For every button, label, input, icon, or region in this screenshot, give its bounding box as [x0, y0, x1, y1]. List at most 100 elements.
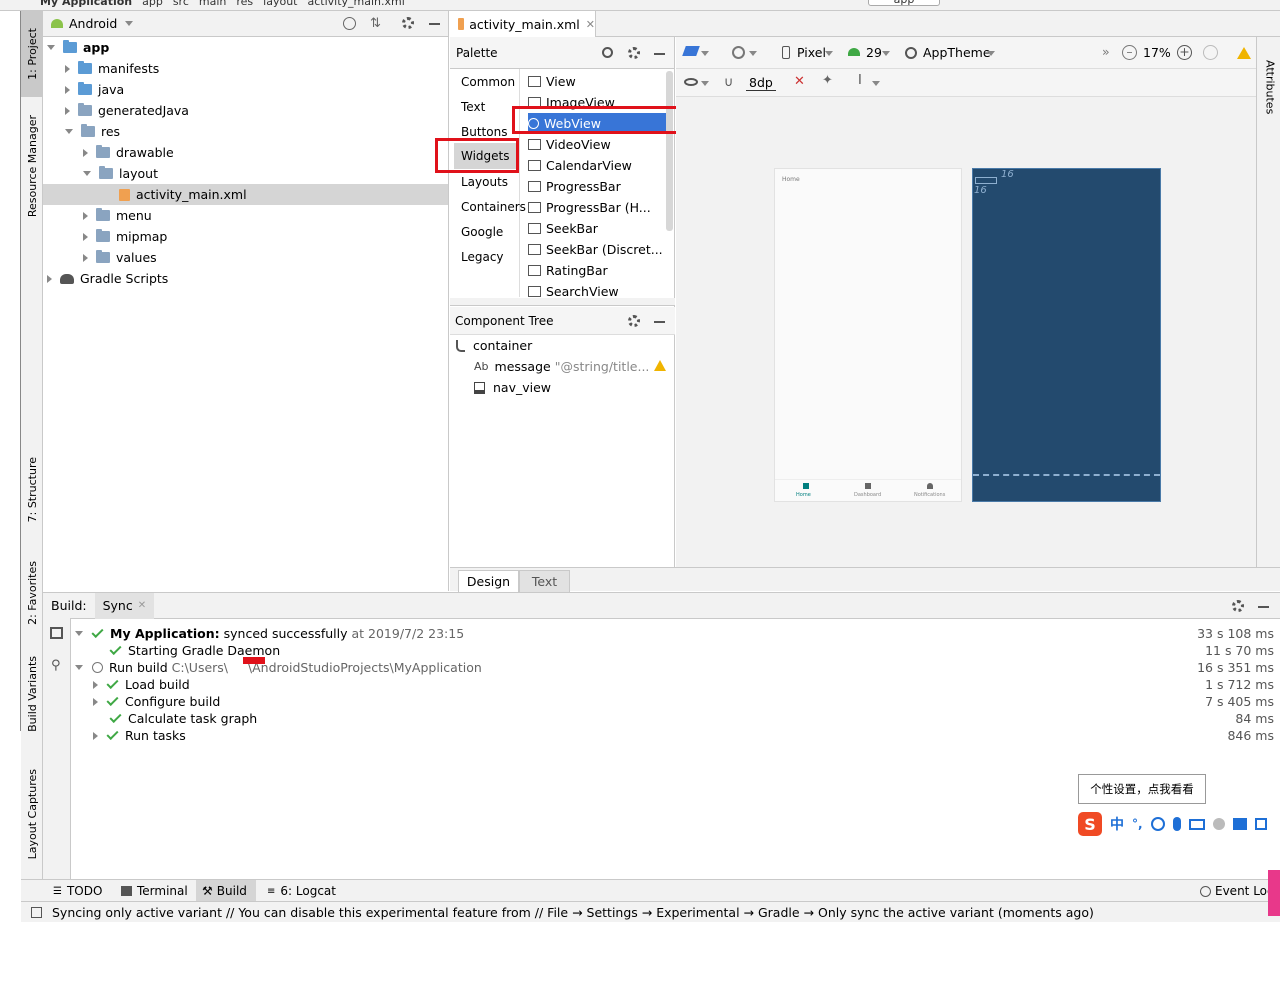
magnet-icon[interactable]: ∪: [724, 75, 734, 90]
tree-item[interactable]: activity_main.xml: [43, 184, 448, 205]
tab-text[interactable]: Text: [519, 570, 570, 592]
breadcrumb-item[interactable]: activity_main.xml: [307, 0, 404, 8]
chevron-right-icon[interactable]: [83, 232, 88, 241]
chevron-right-icon[interactable]: [93, 697, 98, 706]
chevron-down-icon[interactable]: [83, 171, 91, 176]
chevron-right-icon[interactable]: [93, 680, 98, 689]
hide-icon[interactable]: [429, 23, 440, 25]
build-tree-row[interactable]: Configure build: [93, 693, 220, 710]
breadcrumb-item[interactable]: src: [173, 0, 189, 8]
gear-icon[interactable]: [402, 17, 414, 29]
search-icon[interactable]: [602, 47, 613, 58]
tree-item[interactable]: res: [65, 121, 120, 142]
palette-widget[interactable]: ProgressBar (H...: [528, 197, 651, 217]
hide-icon[interactable]: [654, 321, 665, 323]
infer-constraints-icon[interactable]: ✦: [822, 73, 833, 88]
guidelines-icon[interactable]: I: [858, 73, 862, 88]
chevron-down-icon[interactable]: [125, 21, 134, 26]
chevron-down-icon[interactable]: [65, 129, 73, 134]
chevron-right-icon[interactable]: [65, 106, 70, 115]
tree-item[interactable]: Gradle Scripts: [47, 268, 168, 289]
attributes-tool-tab[interactable]: Attributes: [1259, 47, 1280, 127]
run-config-select[interactable]: app: [868, 0, 940, 6]
tree-item[interactable]: menu: [83, 205, 152, 226]
design-preview[interactable]: Home Home Dashboard Notifications: [774, 168, 962, 502]
component-nav-view[interactable]: nav_view: [474, 377, 551, 398]
palette-category[interactable]: Containers: [461, 200, 526, 214]
chevron-right-icon[interactable]: [83, 253, 88, 262]
tree-item[interactable]: manifests: [65, 58, 159, 79]
ime-tooltip[interactable]: 个性设置，点我看看: [1078, 774, 1206, 804]
palette-splitter[interactable]: [450, 298, 675, 306]
chevron-down-icon[interactable]: [75, 631, 83, 636]
warning-icon[interactable]: [654, 360, 666, 371]
device-selector[interactable]: Pixel: [797, 45, 826, 60]
editor-tab-activity-main[interactable]: activity_main.xml ✕: [450, 11, 596, 37]
chevron-down-icon[interactable]: [825, 51, 833, 56]
blueprint-preview[interactable]: 16 16: [972, 168, 1161, 502]
build-tree-row[interactable]: Load build: [93, 676, 190, 693]
zoom-out-icon[interactable]: –: [1122, 45, 1137, 60]
collapse-all-icon[interactable]: ⇅: [370, 16, 381, 31]
locate-icon[interactable]: [343, 17, 356, 30]
skin-icon[interactable]: [1232, 818, 1247, 830]
ime-mode-toggle[interactable]: 中: [1110, 814, 1124, 834]
status-window-icon[interactable]: [31, 906, 42, 918]
palette-category[interactable]: Layouts: [461, 175, 508, 189]
zoom-in-icon[interactable]: +: [1177, 45, 1192, 60]
sogou-logo-icon[interactable]: S: [1078, 812, 1102, 836]
tree-item[interactable]: app: [47, 37, 109, 58]
chevron-right-icon[interactable]: [65, 85, 70, 94]
tree-item[interactable]: layout: [83, 163, 158, 184]
punctuation-icon[interactable]: °,: [1132, 817, 1143, 831]
build-tree-row[interactable]: Calculate task graph: [93, 710, 257, 727]
component-container[interactable]: container: [456, 335, 532, 356]
close-icon[interactable]: ✕: [138, 600, 146, 611]
layers-icon[interactable]: [682, 46, 700, 56]
zoom-fit-icon[interactable]: [1203, 45, 1218, 60]
build-variants-tool-tab[interactable]: Build Variants: [21, 646, 43, 741]
emoji-icon[interactable]: [1150, 817, 1165, 831]
chevron-right-icon[interactable]: [65, 64, 70, 73]
breadcrumb-item[interactable]: app: [142, 0, 163, 8]
event-log-button[interactable]: Event Log: [1200, 880, 1275, 902]
project-view-selector[interactable]: Android: [69, 16, 117, 31]
theme-selector[interactable]: AppTheme: [923, 45, 991, 60]
tray-icon[interactable]: [1268, 870, 1280, 916]
breadcrumb-item[interactable]: main: [199, 0, 226, 8]
gear-icon[interactable]: [628, 315, 640, 327]
keyboard-icon[interactable]: [1188, 818, 1205, 830]
chevron-down-icon[interactable]: [872, 81, 880, 86]
overflow-icon[interactable]: »: [1102, 44, 1110, 59]
api-level-selector[interactable]: 29: [866, 45, 882, 60]
orientation-icon[interactable]: [732, 46, 745, 59]
chevron-down-icon[interactable]: [701, 51, 709, 56]
toolbox-icon[interactable]: [1254, 818, 1267, 830]
breadcrumb-item[interactable]: res: [236, 0, 253, 8]
warning-icon[interactable]: [1237, 47, 1251, 59]
structure-tool-tab[interactable]: 7: Structure: [21, 447, 43, 532]
logcat-tool-button[interactable]: ≡ 6: Logcat: [267, 880, 336, 902]
tab-design[interactable]: Design: [458, 570, 519, 592]
mic-icon[interactable]: [1172, 817, 1181, 831]
chevron-down-icon[interactable]: [701, 81, 709, 86]
tree-item[interactable]: generatedJava: [65, 100, 189, 121]
palette-category[interactable]: Google: [461, 225, 503, 239]
build-tree-row[interactable]: Run tasks: [93, 727, 186, 744]
build-tree-row[interactable]: My Application: synced successfully at 2…: [75, 625, 464, 642]
default-margin-field[interactable]: 8dp: [746, 75, 776, 91]
chevron-right-icon[interactable]: [47, 274, 52, 283]
tab-sync[interactable]: Sync ✕: [94, 592, 155, 619]
pin-icon[interactable]: ⚲: [51, 658, 61, 673]
palette-category[interactable]: Text: [461, 100, 485, 114]
chevron-right-icon[interactable]: [83, 211, 88, 220]
user-icon[interactable]: [1212, 818, 1225, 830]
resource-manager-tool-tab[interactable]: Resource Manager: [21, 106, 43, 226]
chevron-down-icon[interactable]: [882, 51, 890, 56]
tree-item[interactable]: values: [83, 247, 157, 268]
favorites-tool-tab[interactable]: 2: Favorites: [21, 548, 43, 638]
todo-tool-button[interactable]: ☰ TODO: [53, 880, 102, 902]
gear-icon[interactable]: [628, 47, 640, 59]
chevron-right-icon[interactable]: [93, 731, 98, 740]
palette-category[interactable]: Common: [461, 75, 515, 89]
